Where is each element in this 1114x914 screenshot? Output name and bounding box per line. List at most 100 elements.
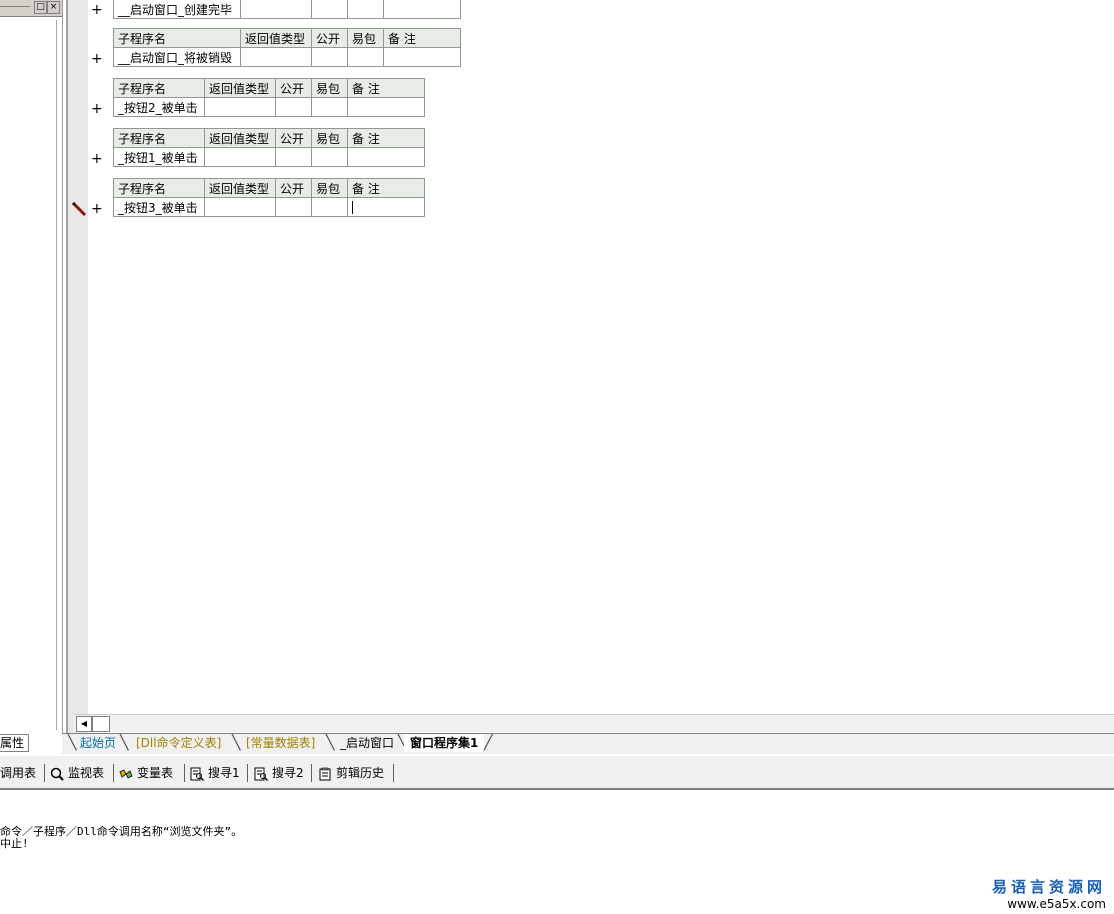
- public-cell[interactable]: [275, 197, 312, 217]
- variables-icon: [119, 768, 133, 779]
- search2-label: 搜寻2: [272, 766, 304, 780]
- output-line: 中止!: [0, 837, 29, 850]
- header-epackage: 易包: [311, 78, 348, 98]
- header-public: 公开: [311, 28, 348, 48]
- return-type-cell[interactable]: [204, 97, 276, 117]
- remark-cell[interactable]: [347, 147, 425, 167]
- toolbar-divider: [184, 764, 185, 782]
- header-return-type: 返回值类型: [204, 78, 276, 98]
- expand-icon[interactable]: +: [91, 3, 103, 17]
- header-epackage: 易包: [347, 28, 384, 48]
- header-return-type: 返回值类型: [204, 128, 276, 148]
- expand-icon[interactable]: +: [91, 102, 103, 116]
- toolbar-divider: [44, 764, 45, 782]
- epackage-cell[interactable]: [311, 97, 348, 117]
- epackage-cell[interactable]: [311, 197, 348, 217]
- watch-table-button[interactable]: 监视表: [50, 764, 104, 782]
- return-type-cell[interactable]: [240, 0, 312, 19]
- editor-gutter: [68, 0, 88, 735]
- public-cell[interactable]: [311, 0, 348, 19]
- subroutine-name[interactable]: _按钮2_被单击: [113, 97, 205, 117]
- toolbar-divider: [311, 764, 312, 782]
- clipboard-icon: [319, 767, 331, 780]
- remark-cell[interactable]: [383, 0, 461, 19]
- header-remark: 备 注: [347, 178, 425, 198]
- titlebar-grip: [0, 6, 30, 7]
- tab-start-page[interactable]: 起始页: [74, 735, 122, 752]
- left-panel: □ ×: [0, 0, 63, 734]
- toolbar-divider: [247, 764, 248, 782]
- call-table-label: 调用表: [0, 766, 37, 780]
- header-remark: 备 注: [347, 128, 425, 148]
- variables-table-button[interactable]: 变量表: [119, 764, 173, 782]
- properties-tab[interactable]: 属性: [0, 734, 30, 752]
- left-panel-titlebar: □ ×: [0, 0, 62, 17]
- header-public: 公开: [275, 178, 312, 198]
- subroutine-name[interactable]: _按钮3_被单击: [113, 197, 205, 217]
- subroutine-table: 子程序名 返回值类型 公开 易包 备 注 _按钮2_被单击: [113, 78, 425, 117]
- subroutine-table: 子程序名 返回值类型 公开 易包 备 注 _按钮3_被单击: [113, 178, 425, 217]
- subroutine-name[interactable]: _按钮1_被单击: [113, 147, 205, 167]
- editor-tabs: ╲ 起始页 ╲ [Dll命令定义表] ╲ [常量数据表] ╲ _启动窗口 ╲ 窗…: [62, 733, 1114, 755]
- epackage-cell[interactable]: [347, 47, 384, 67]
- header-subroutine-name: 子程序名: [113, 28, 241, 48]
- return-type-cell[interactable]: [240, 47, 312, 67]
- remark-cell[interactable]: [347, 97, 425, 117]
- header-remark: 备 注: [383, 28, 461, 48]
- search1-label: 搜寻1: [208, 766, 240, 780]
- public-cell[interactable]: [275, 147, 312, 167]
- tab-start-window[interactable]: _启动窗口: [334, 735, 400, 752]
- public-cell[interactable]: [311, 47, 348, 67]
- tab-constants[interactable]: [常量数据表]: [240, 735, 321, 752]
- search-doc-icon: [254, 767, 268, 781]
- bottom-toolbar: 调用表 监视表 变量表 搜寻1 搜寻2 剪辑历史: [0, 756, 1114, 790]
- output-text: 命令／子程序／Dll命令调用名称“浏览文件夹”。 中止!: [0, 826, 242, 850]
- epackage-cell[interactable]: [311, 147, 348, 167]
- call-table-button[interactable]: 调用表: [0, 764, 36, 782]
- pencil-icon: [71, 202, 87, 216]
- expand-icon[interactable]: +: [91, 52, 103, 66]
- tab-dll-commands[interactable]: [Dll命令定义表]: [130, 735, 227, 752]
- header-return-type: 返回值类型: [204, 178, 276, 198]
- remark-cell[interactable]: [347, 197, 425, 217]
- toolbar-divider: [393, 764, 394, 782]
- public-cell[interactable]: [275, 97, 312, 117]
- clip-history-label: 剪辑历史: [336, 766, 385, 780]
- subroutine-table: 子程序名 返回值类型 公开 易包 备 注 __启动窗口_将被销毁: [113, 28, 461, 67]
- return-type-cell[interactable]: [204, 147, 276, 167]
- remark-cell[interactable]: [383, 47, 461, 67]
- header-subroutine-name: 子程序名: [113, 128, 205, 148]
- search1-button[interactable]: 搜寻1: [190, 764, 240, 782]
- maximize-icon[interactable]: □: [34, 1, 47, 14]
- header-return-type: 返回值类型: [240, 28, 312, 48]
- left-panel-content: [0, 20, 57, 730]
- horizontal-scrollbar[interactable]: ◀: [74, 714, 1114, 732]
- header-epackage: 易包: [311, 178, 348, 198]
- expand-icon[interactable]: +: [91, 202, 103, 216]
- scroll-left-icon[interactable]: ◀: [76, 716, 92, 732]
- tab-separator: ╲: [120, 735, 129, 751]
- close-icon[interactable]: ×: [47, 1, 60, 14]
- subroutine-name[interactable]: __启动窗口_创建完毕: [113, 0, 241, 19]
- toolbar-divider: [113, 764, 114, 782]
- subroutine-name[interactable]: __启动窗口_将被销毁: [113, 47, 241, 67]
- search2-button[interactable]: 搜寻2: [254, 764, 304, 782]
- header-public: 公开: [275, 128, 312, 148]
- epackage-cell[interactable]: [347, 0, 384, 19]
- expand-icon[interactable]: +: [91, 152, 103, 166]
- header-subroutine-name: 子程序名: [113, 178, 205, 198]
- subroutine-table: __启动窗口_创建完毕: [113, 0, 461, 19]
- header-subroutine-name: 子程序名: [113, 78, 205, 98]
- search-doc-icon: [190, 767, 204, 781]
- magnifier-icon: [50, 767, 64, 781]
- watch-table-label: 监视表: [68, 766, 105, 780]
- tab-separator: ╱: [484, 735, 493, 751]
- watermark-title: 易语言资源网: [991, 878, 1106, 896]
- clip-history-button[interactable]: 剪辑历史: [318, 764, 384, 782]
- return-type-cell[interactable]: [204, 197, 276, 217]
- header-public: 公开: [275, 78, 312, 98]
- header-remark: 备 注: [347, 78, 425, 98]
- tab-window-program-set[interactable]: 窗口程序集1: [404, 735, 485, 752]
- scroll-thumb[interactable]: [92, 716, 110, 732]
- watermark-url: www.e5a5x.com: [1007, 897, 1106, 911]
